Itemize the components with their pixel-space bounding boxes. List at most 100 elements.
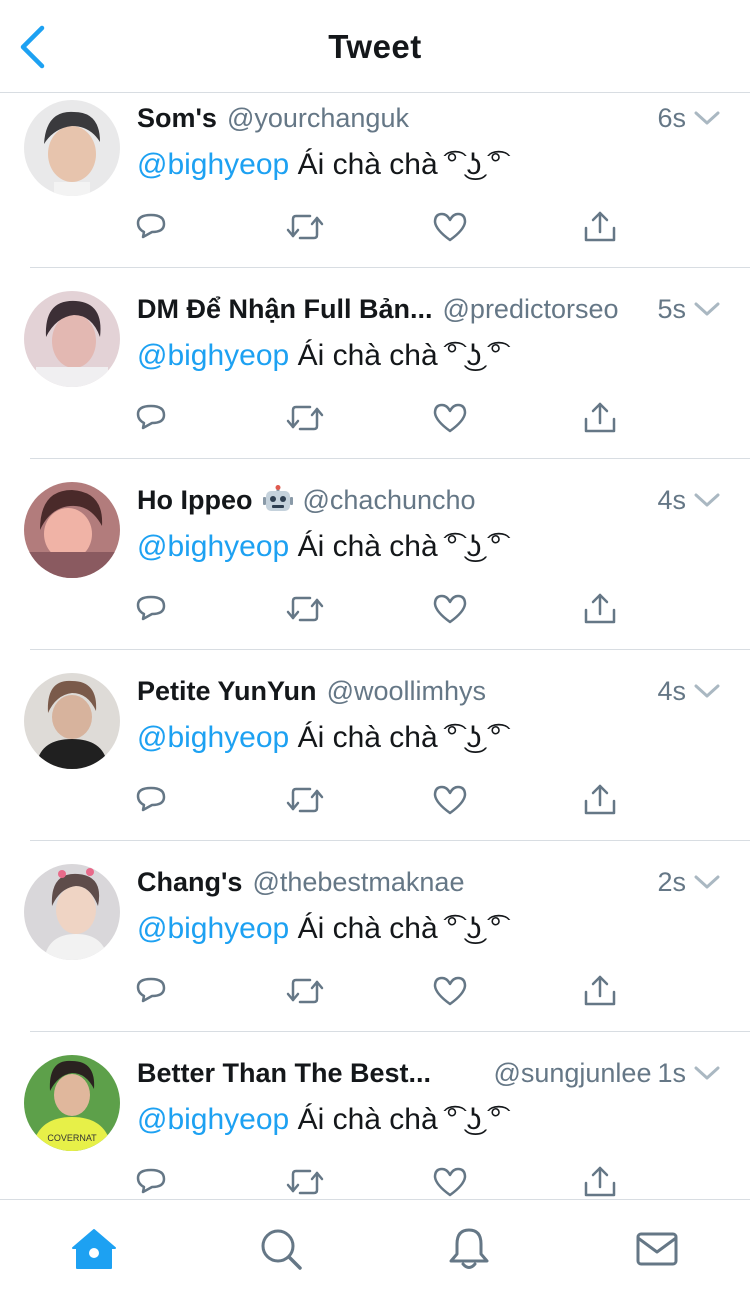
tweet-body: Ái chà chà ͡° ͜ʖ ͡° (297, 721, 502, 754)
tweet-feed[interactable]: Som's @yourchanguk 6s @bighyeop Ái chà c… (0, 93, 750, 1199)
tab-home[interactable] (69, 1224, 119, 1274)
page-title: Tweet (328, 28, 422, 65)
bottom-tab-bar (0, 1199, 750, 1299)
tweet-item[interactable]: Petite YunYun @woollimhys 4s @bighyeop Á… (0, 650, 750, 841)
retweet-button[interactable] (285, 780, 325, 820)
chevron-down-icon (694, 1066, 720, 1080)
svg-text:COVERNAT: COVERNAT (47, 1133, 97, 1143)
timestamp: 4s (657, 484, 686, 515)
mail-icon (636, 1232, 678, 1266)
user-handle[interactable]: @chachuncho (303, 485, 476, 516)
chevron-down-icon (694, 111, 720, 125)
timestamp: 4s (657, 675, 686, 706)
tweet-body: Ái chà chà ͡° ͜ʖ ͡° (297, 148, 502, 181)
home-icon (72, 1229, 116, 1269)
retweet-button[interactable] (285, 1162, 325, 1199)
display-name[interactable]: Petite YunYun (137, 676, 317, 707)
share-button[interactable] (580, 971, 620, 1011)
retweet-button[interactable] (285, 207, 325, 247)
tweet-header: Ho Ippeo @chachuncho 4s (137, 483, 720, 517)
share-button[interactable] (580, 589, 620, 629)
share-button[interactable] (580, 207, 620, 247)
share-button[interactable] (580, 780, 620, 820)
mention-link[interactable]: @bighyeop (137, 148, 289, 181)
mention-link[interactable]: @bighyeop (137, 339, 289, 372)
user-handle[interactable]: @sungjunlee (493, 1058, 651, 1089)
retweet-icon (286, 596, 324, 622)
reply-button[interactable] (131, 971, 171, 1011)
user-handle[interactable]: @thebestmaknae (252, 867, 464, 898)
tweet-body: Ái chà chà ͡° ͜ʖ ͡° (297, 339, 502, 372)
avatar[interactable] (24, 100, 120, 196)
tweet-menu-button[interactable] (694, 1065, 720, 1081)
tweet-item[interactable]: Ho Ippeo @chachuncho 4s @bighyeop Ái chà… (0, 459, 750, 650)
avatar[interactable]: COVERNAT (24, 1055, 120, 1151)
search-icon (261, 1229, 302, 1270)
mention-link[interactable]: @bighyeop (137, 530, 289, 563)
retweet-icon (286, 214, 324, 240)
chevron-down-icon (694, 493, 720, 507)
tab-messages[interactable] (632, 1224, 682, 1274)
tweet-actions (0, 207, 750, 247)
tweet-actions (0, 589, 750, 629)
tweet-header: Chang's @thebestmaknae 2s (137, 865, 720, 899)
avatar[interactable] (24, 864, 120, 960)
display-name[interactable]: DM Để Nhận Full Bản... (137, 294, 433, 325)
share-button[interactable] (580, 1162, 620, 1199)
like-button[interactable] (430, 971, 470, 1011)
robot-face-icon (262, 485, 293, 511)
user-handle[interactable]: @predictorseo (443, 294, 619, 325)
reply-button[interactable] (131, 589, 171, 629)
tweet-item[interactable]: Chang's @thebestmaknae 2s @bighyeop Ái c… (0, 841, 750, 1032)
reply-icon (136, 404, 166, 430)
tweet-menu-button[interactable] (694, 492, 720, 508)
avatar[interactable] (24, 482, 120, 578)
reply-button[interactable] (131, 398, 171, 438)
share-icon (584, 784, 616, 815)
tweet-item[interactable]: DM Để Nhận Full Bản... @predictorseo 5s … (0, 268, 750, 459)
reply-icon (136, 1168, 166, 1194)
retweet-button[interactable] (285, 398, 325, 438)
retweet-button[interactable] (285, 971, 325, 1011)
heart-icon (433, 403, 467, 433)
reply-icon (136, 213, 166, 239)
timestamp: 5s (657, 293, 686, 324)
tweet-text: @bighyeop Ái chà chà ͡° ͜ʖ ͡° (137, 1103, 502, 1137)
retweet-button[interactable] (285, 589, 325, 629)
display-name[interactable]: Better Than The Best... (137, 1058, 431, 1089)
timestamp: 6s (657, 102, 686, 133)
reply-button[interactable] (131, 1162, 171, 1199)
display-name[interactable]: Ho Ippeo (137, 485, 253, 516)
tweet-item[interactable]: COVERNAT Better Than The Best... @sungju… (0, 1032, 750, 1199)
tweet-body: Ái chà chà ͡° ͜ʖ ͡° (297, 530, 502, 563)
share-icon (584, 975, 616, 1006)
like-button[interactable] (430, 398, 470, 438)
tweet-menu-button[interactable] (694, 110, 720, 126)
avatar[interactable] (24, 673, 120, 769)
user-handle[interactable]: @yourchanguk (227, 103, 409, 134)
timestamp: 1s (657, 1057, 686, 1088)
user-handle[interactable]: @woollimhys (327, 676, 486, 707)
reply-button[interactable] (131, 780, 171, 820)
like-button[interactable] (430, 780, 470, 820)
display-name[interactable]: Chang's (137, 867, 242, 898)
tab-search[interactable] (256, 1224, 306, 1274)
tweet-actions (0, 398, 750, 438)
tweet-menu-button[interactable] (694, 301, 720, 317)
avatar[interactable] (24, 291, 120, 387)
display-name[interactable]: Som's (137, 103, 217, 134)
like-button[interactable] (430, 589, 470, 629)
mention-link[interactable]: @bighyeop (137, 1103, 289, 1136)
share-icon (584, 1166, 616, 1197)
share-button[interactable] (580, 398, 620, 438)
like-button[interactable] (430, 1162, 470, 1199)
tab-notifications[interactable] (444, 1224, 494, 1274)
mention-link[interactable]: @bighyeop (137, 721, 289, 754)
tweet-item[interactable]: Som's @yourchanguk 6s @bighyeop Ái chà c… (0, 93, 750, 268)
reply-button[interactable] (131, 207, 171, 247)
heart-icon (433, 1167, 467, 1197)
mention-link[interactable]: @bighyeop (137, 912, 289, 945)
tweet-menu-button[interactable] (694, 683, 720, 699)
like-button[interactable] (430, 207, 470, 247)
tweet-menu-button[interactable] (694, 874, 720, 890)
